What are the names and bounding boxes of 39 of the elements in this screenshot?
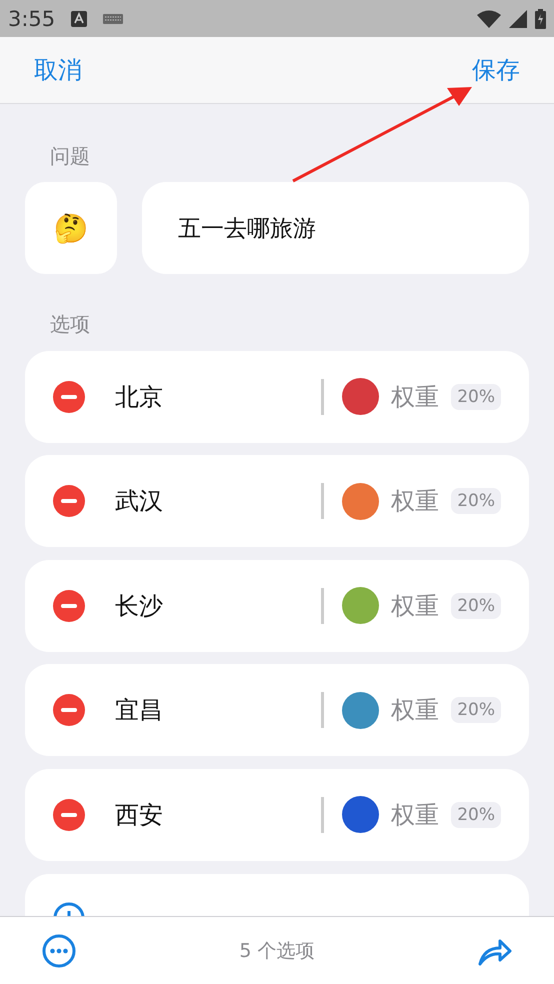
keyboard-icon bbox=[103, 14, 124, 24]
weight-label: 权重 bbox=[391, 382, 440, 413]
option-count: 5 个选项 bbox=[238, 938, 316, 964]
remove-icon[interactable] bbox=[53, 485, 85, 518]
question-field[interactable]: 五一去哪旅游 bbox=[142, 182, 529, 274]
remove-icon[interactable] bbox=[53, 798, 85, 831]
option-name: 北京 bbox=[115, 382, 164, 413]
weight-value[interactable]: 20% bbox=[451, 488, 501, 514]
color-dot[interactable] bbox=[342, 692, 380, 729]
more-icon[interactable] bbox=[42, 934, 76, 968]
color-dot[interactable] bbox=[342, 796, 380, 834]
weight-label: 权重 bbox=[391, 486, 440, 518]
option-name: 宜昌 bbox=[115, 695, 164, 726]
section-label: 选项 bbox=[50, 311, 91, 338]
battery-icon bbox=[535, 8, 546, 28]
save-button[interactable]: 保存 bbox=[472, 54, 520, 86]
signal-icon bbox=[509, 10, 527, 28]
wifi-icon bbox=[477, 10, 501, 28]
color-dot[interactable] bbox=[342, 378, 380, 416]
weight-label: 权重 bbox=[391, 695, 440, 726]
color-dot[interactable] bbox=[342, 482, 380, 520]
option-name: 西安 bbox=[115, 800, 164, 831]
weight-value[interactable]: 20% bbox=[451, 384, 501, 410]
remove-icon[interactable] bbox=[53, 590, 85, 622]
weight-value[interactable]: 20% bbox=[451, 592, 501, 619]
option-name: 武汉 bbox=[115, 486, 164, 518]
remove-icon[interactable] bbox=[53, 380, 85, 413]
weight-value[interactable]: 20% bbox=[451, 697, 501, 724]
color-dot[interactable] bbox=[342, 587, 380, 624]
remove-icon[interactable] bbox=[53, 694, 85, 726]
section-label: 问题 bbox=[50, 143, 91, 170]
weight-value[interactable]: 20% bbox=[451, 802, 501, 828]
emoji-button[interactable]: 🤔 bbox=[25, 182, 117, 274]
weight-label: 权重 bbox=[391, 590, 440, 622]
keyboard-a-icon bbox=[71, 10, 88, 26]
option-name: 长沙 bbox=[115, 590, 164, 622]
cancel-button[interactable]: 取消 bbox=[34, 54, 82, 86]
weight-label: 权重 bbox=[391, 800, 440, 831]
status-time: 3:55 bbox=[8, 6, 56, 30]
